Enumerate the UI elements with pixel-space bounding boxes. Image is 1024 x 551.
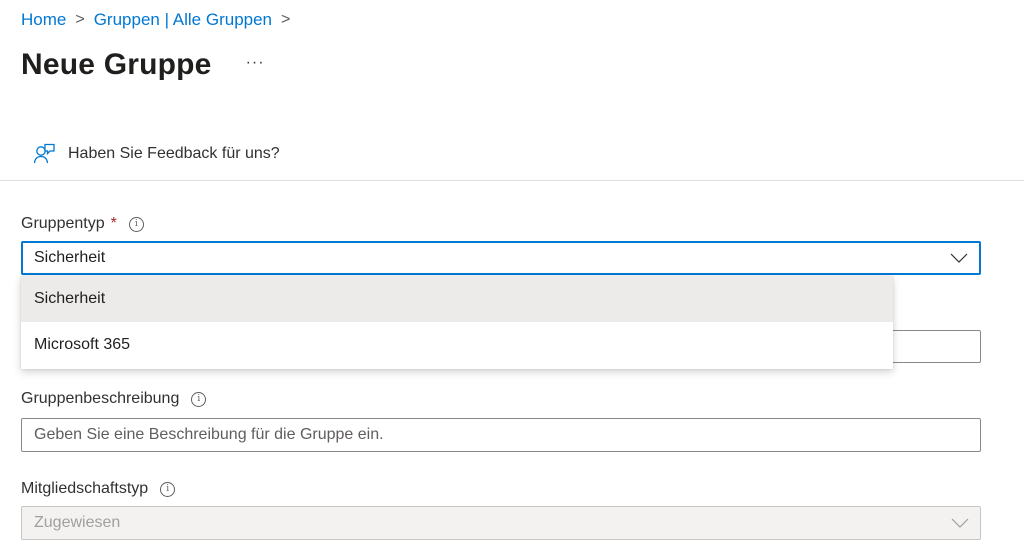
group-type-options-list: Sicherheit Microsoft 365 bbox=[21, 276, 893, 369]
feedback-link[interactable]: Haben Sie Feedback für uns? bbox=[32, 142, 280, 166]
feedback-person-icon bbox=[33, 143, 55, 164]
group-type-label-text: Gruppentyp bbox=[21, 215, 105, 232]
membership-type-value: Zugewiesen bbox=[34, 514, 121, 531]
membership-type-label-text: Mitgliedschaftstyp bbox=[21, 480, 149, 497]
page-title: Neue Gruppe bbox=[21, 48, 212, 81]
info-icon[interactable]: i bbox=[191, 391, 207, 407]
option-sicherheit[interactable]: Sicherheit bbox=[21, 276, 893, 322]
more-options-button[interactable]: ··· bbox=[246, 54, 265, 72]
chevron-down-icon bbox=[948, 513, 972, 533]
breadcrumb-separator: > bbox=[75, 11, 85, 28]
group-type-label: Gruppentyp * i bbox=[21, 215, 144, 233]
option-microsoft-365[interactable]: Microsoft 365 bbox=[21, 322, 893, 368]
breadcrumb-groups-link[interactable]: Gruppen | Alle Gruppen bbox=[94, 9, 272, 31]
group-description-label-text: Gruppenbeschreibung bbox=[21, 390, 180, 407]
info-icon[interactable]: i bbox=[160, 481, 176, 497]
membership-type-dropdown[interactable]: Zugewiesen bbox=[21, 506, 981, 540]
breadcrumb-separator: > bbox=[281, 11, 291, 28]
group-type-value: Sicherheit bbox=[34, 249, 106, 266]
group-description-input[interactable]: Geben Sie eine Beschreibung für die Grup… bbox=[21, 418, 981, 452]
group-description-placeholder: Geben Sie eine Beschreibung für die Grup… bbox=[34, 426, 384, 443]
group-type-dropdown[interactable]: Sicherheit bbox=[21, 241, 981, 275]
membership-type-label: Mitgliedschaftstyp i bbox=[21, 480, 176, 498]
group-description-label: Gruppenbeschreibung i bbox=[21, 390, 207, 408]
breadcrumb: Home > Gruppen | Alle Gruppen > bbox=[21, 9, 299, 31]
breadcrumb-home-link[interactable]: Home bbox=[21, 9, 66, 31]
required-marker: * bbox=[110, 215, 117, 232]
new-group-page: Home > Gruppen | Alle Gruppen > Neue Gru… bbox=[0, 0, 1024, 551]
info-icon[interactable]: i bbox=[128, 216, 144, 232]
feedback-label: Haben Sie Feedback für uns? bbox=[68, 145, 280, 162]
chevron-down-icon bbox=[947, 248, 971, 268]
title-row: Neue Gruppe ··· bbox=[21, 48, 265, 82]
divider bbox=[0, 180, 1024, 181]
